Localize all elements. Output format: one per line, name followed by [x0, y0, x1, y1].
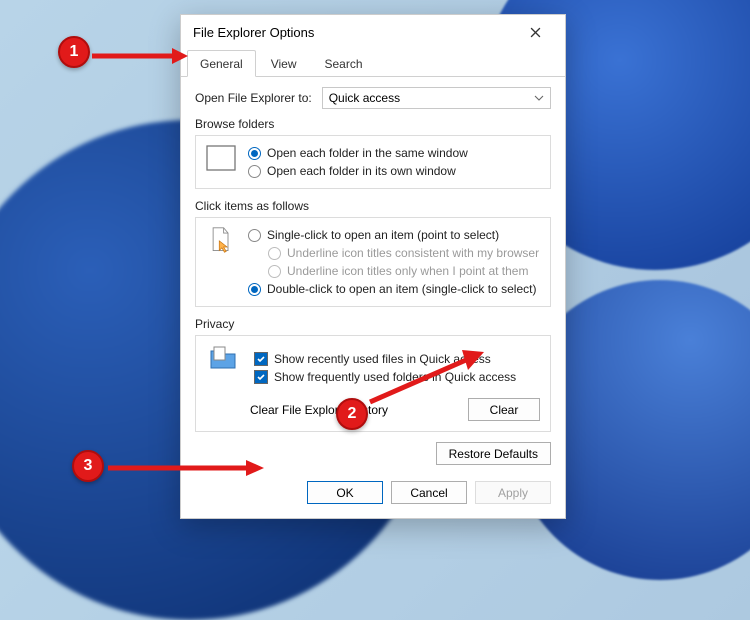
radio-label: Double-click to open an item (single-cli… — [267, 282, 536, 296]
privacy-label: Privacy — [195, 317, 551, 331]
radio-label: Single-click to open an item (point to s… — [267, 228, 499, 242]
radio-icon — [268, 247, 281, 260]
radio-double-click[interactable]: Double-click to open an item (single-cli… — [248, 280, 542, 298]
open-explorer-value: Quick access — [329, 91, 400, 105]
browse-folders-label: Browse folders — [195, 117, 551, 131]
tab-view[interactable]: View — [258, 50, 310, 77]
restore-defaults-button[interactable]: Restore Defaults — [436, 442, 551, 465]
radio-label: Underline icon titles only when I point … — [287, 264, 528, 278]
radio-own-window[interactable]: Open each folder in its own window — [248, 162, 542, 180]
ok-button[interactable]: OK — [307, 481, 383, 504]
general-panel: Open File Explorer to: Quick access Brow… — [181, 77, 565, 471]
check-icon — [254, 352, 268, 366]
annotation-arrow-3 — [108, 460, 264, 478]
chevron-down-icon — [534, 95, 544, 101]
radio-label: Open each folder in the same window — [267, 146, 468, 160]
radio-same-window[interactable]: Open each folder in the same window — [248, 144, 542, 162]
titlebar: File Explorer Options — [181, 15, 565, 49]
radio-underline-browser: Underline icon titles consistent with my… — [268, 244, 542, 262]
open-explorer-combo[interactable]: Quick access — [322, 87, 551, 109]
annotation-arrow-2 — [366, 348, 486, 406]
open-explorer-row: Open File Explorer to: Quick access — [195, 87, 551, 109]
tab-strip: General View Search — [181, 49, 565, 77]
file-explorer-options-dialog: File Explorer Options General View Searc… — [180, 14, 566, 519]
click-items-group: Click items as follows Single-click to o… — [195, 199, 551, 307]
click-items-label: Click items as follows — [195, 199, 551, 213]
annotation-marker-3: 3 — [72, 450, 104, 482]
radio-underline-point: Underline icon titles only when I point … — [268, 262, 542, 280]
window-icon — [204, 144, 238, 174]
radio-icon — [268, 265, 281, 278]
radio-icon — [248, 147, 261, 160]
radio-label: Underline icon titles consistent with my… — [287, 246, 539, 260]
annotation-marker-2: 2 — [336, 398, 368, 430]
radio-single-click[interactable]: Single-click to open an item (point to s… — [248, 226, 542, 244]
radio-icon — [248, 165, 261, 178]
open-explorer-label: Open File Explorer to: — [195, 91, 312, 105]
tab-search[interactable]: Search — [312, 50, 376, 77]
annotation-marker-1: 1 — [58, 36, 90, 68]
close-button[interactable] — [513, 17, 557, 47]
dialog-footer: OK Cancel Apply — [181, 471, 565, 518]
dialog-title: File Explorer Options — [193, 25, 513, 40]
check-icon — [254, 370, 268, 384]
radio-label: Open each folder in its own window — [267, 164, 456, 178]
radio-icon — [248, 229, 261, 242]
close-icon — [530, 27, 541, 38]
tab-general[interactable]: General — [187, 50, 256, 77]
privacy-folder-icon — [206, 344, 240, 374]
apply-button: Apply — [475, 481, 551, 504]
cancel-button[interactable]: Cancel — [391, 481, 467, 504]
radio-icon — [248, 283, 261, 296]
browse-folders-group: Browse folders Open each folder in the s… — [195, 117, 551, 189]
click-file-icon — [204, 226, 238, 256]
annotation-arrow-1 — [92, 48, 188, 66]
